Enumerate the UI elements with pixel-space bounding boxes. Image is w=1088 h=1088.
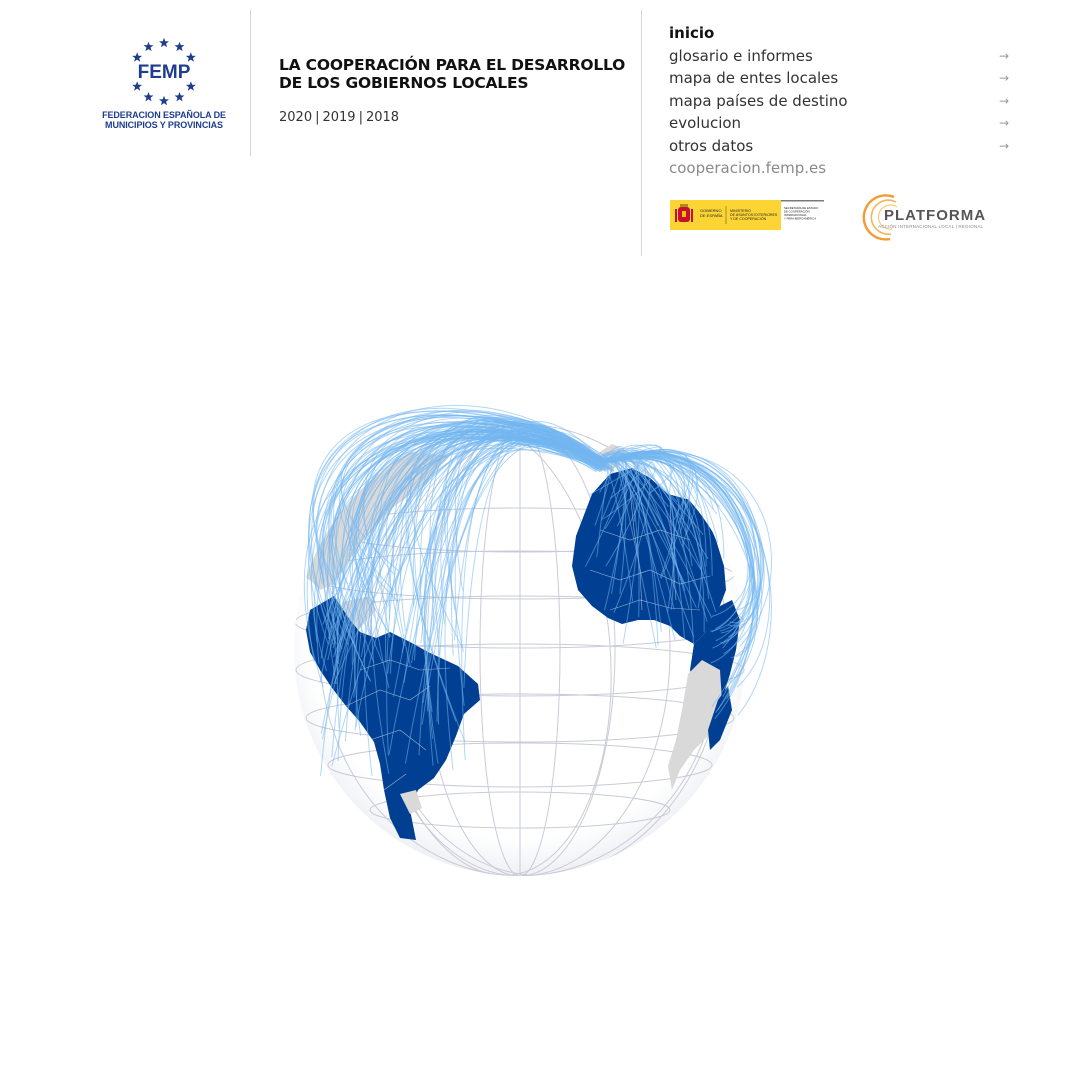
- star-icon: [132, 52, 143, 62]
- nav-item-glosario[interactable]: glosario e informes →: [669, 47, 1009, 70]
- year-separator: |: [315, 110, 320, 125]
- year-link-2018[interactable]: 2018: [366, 110, 399, 125]
- nav-item-label: inicio: [669, 24, 715, 42]
- svg-text:DE ESPAÑA: DE ESPAÑA: [700, 213, 723, 218]
- star-icon: [143, 91, 154, 102]
- arrow-right-icon: →: [998, 48, 1009, 63]
- svg-text:Y PARA IBEROAMÉRICA: Y PARA IBEROAMÉRICA: [784, 216, 816, 221]
- svg-text:Y DE COOPERACIÓN: Y DE COOPERACIÓN: [730, 216, 767, 221]
- header-divider-left: [250, 10, 251, 156]
- main-nav: inicio glosario e informes → mapa de ent…: [669, 24, 1009, 178]
- year-separator: |: [358, 110, 363, 125]
- femp-mark: FEMP: [138, 62, 191, 83]
- femp-logo[interactable]: FEMP FEDERACION ESPAÑOLA DE MUNICIPIOS Y…: [100, 34, 228, 134]
- nav-item-mapa-paises[interactable]: mapa países de destino →: [669, 92, 1009, 115]
- star-icon: [174, 91, 185, 102]
- nav-item-otros-datos[interactable]: otros datos →: [669, 137, 1009, 160]
- gobierno-espana-logo[interactable]: GOBIERNO DE ESPAÑA MINISTERIO DE ASUNTOS…: [670, 198, 824, 232]
- nav-item-label: otros datos: [669, 136, 754, 155]
- arrow-right-icon: →: [998, 93, 1009, 108]
- platforma-subtitle: ACCIÓN INTERNACIONAL LOCAL | REGIONAL: [878, 224, 984, 229]
- star-icon: [159, 37, 169, 48]
- nav-item-label: mapa de entes locales: [669, 69, 839, 87]
- nav-item-inicio[interactable]: inicio: [669, 24, 1009, 47]
- nav-item-label: evolucion: [669, 114, 742, 132]
- year-link-2019[interactable]: 2019: [322, 110, 355, 125]
- site-title: LA COOPERACIÓN PARA EL DESARROLLO DE LOS…: [279, 56, 626, 92]
- femp-stars-emblem: FEMP: [132, 37, 196, 106]
- star-icon: [159, 95, 169, 106]
- arrow-right-icon: →: [998, 71, 1009, 85]
- femp-caption-line2: MUNICIPIOS Y PROVINCIAS: [105, 120, 223, 130]
- site-url-link[interactable]: cooperacion.femp.es: [669, 159, 1009, 178]
- header-divider-right: [641, 10, 642, 256]
- site-title-line2: DE LOS GOBIERNOS LOCALES: [279, 74, 529, 92]
- star-icon: [174, 41, 185, 52]
- femp-caption-line1: FEDERACION ESPAÑOLA DE: [102, 110, 226, 120]
- gobierno-espana-emblem: GOBIERNO DE ESPAÑA MINISTERIO DE ASUNTOS…: [670, 200, 824, 230]
- site-title-line1: LA COOPERACIÓN PARA EL DESARROLLO: [279, 56, 626, 74]
- arrow-right-icon: →: [998, 138, 1009, 153]
- nav-item-mapa-entes[interactable]: mapa de entes locales →: [669, 69, 1009, 92]
- nav-item-label: mapa países de destino: [669, 91, 848, 110]
- nav-item-evolucion[interactable]: evolucion →: [669, 114, 1009, 137]
- platforma-name: PLATFORMA: [884, 207, 987, 224]
- arrow-right-icon: →: [998, 116, 1009, 130]
- year-link-2020[interactable]: 2020: [279, 110, 312, 125]
- globe-svg: [294, 405, 772, 876]
- globe-map[interactable]: [250, 370, 830, 890]
- star-icon: [185, 52, 196, 62]
- nav-item-label: glosario e informes: [669, 46, 813, 65]
- star-icon: [143, 41, 154, 52]
- year-selector: 2020 | 2019 | 2018: [279, 110, 399, 125]
- platforma-logo[interactable]: PLATFORMA ACCIÓN INTERNACIONAL LOCAL | R…: [860, 192, 992, 244]
